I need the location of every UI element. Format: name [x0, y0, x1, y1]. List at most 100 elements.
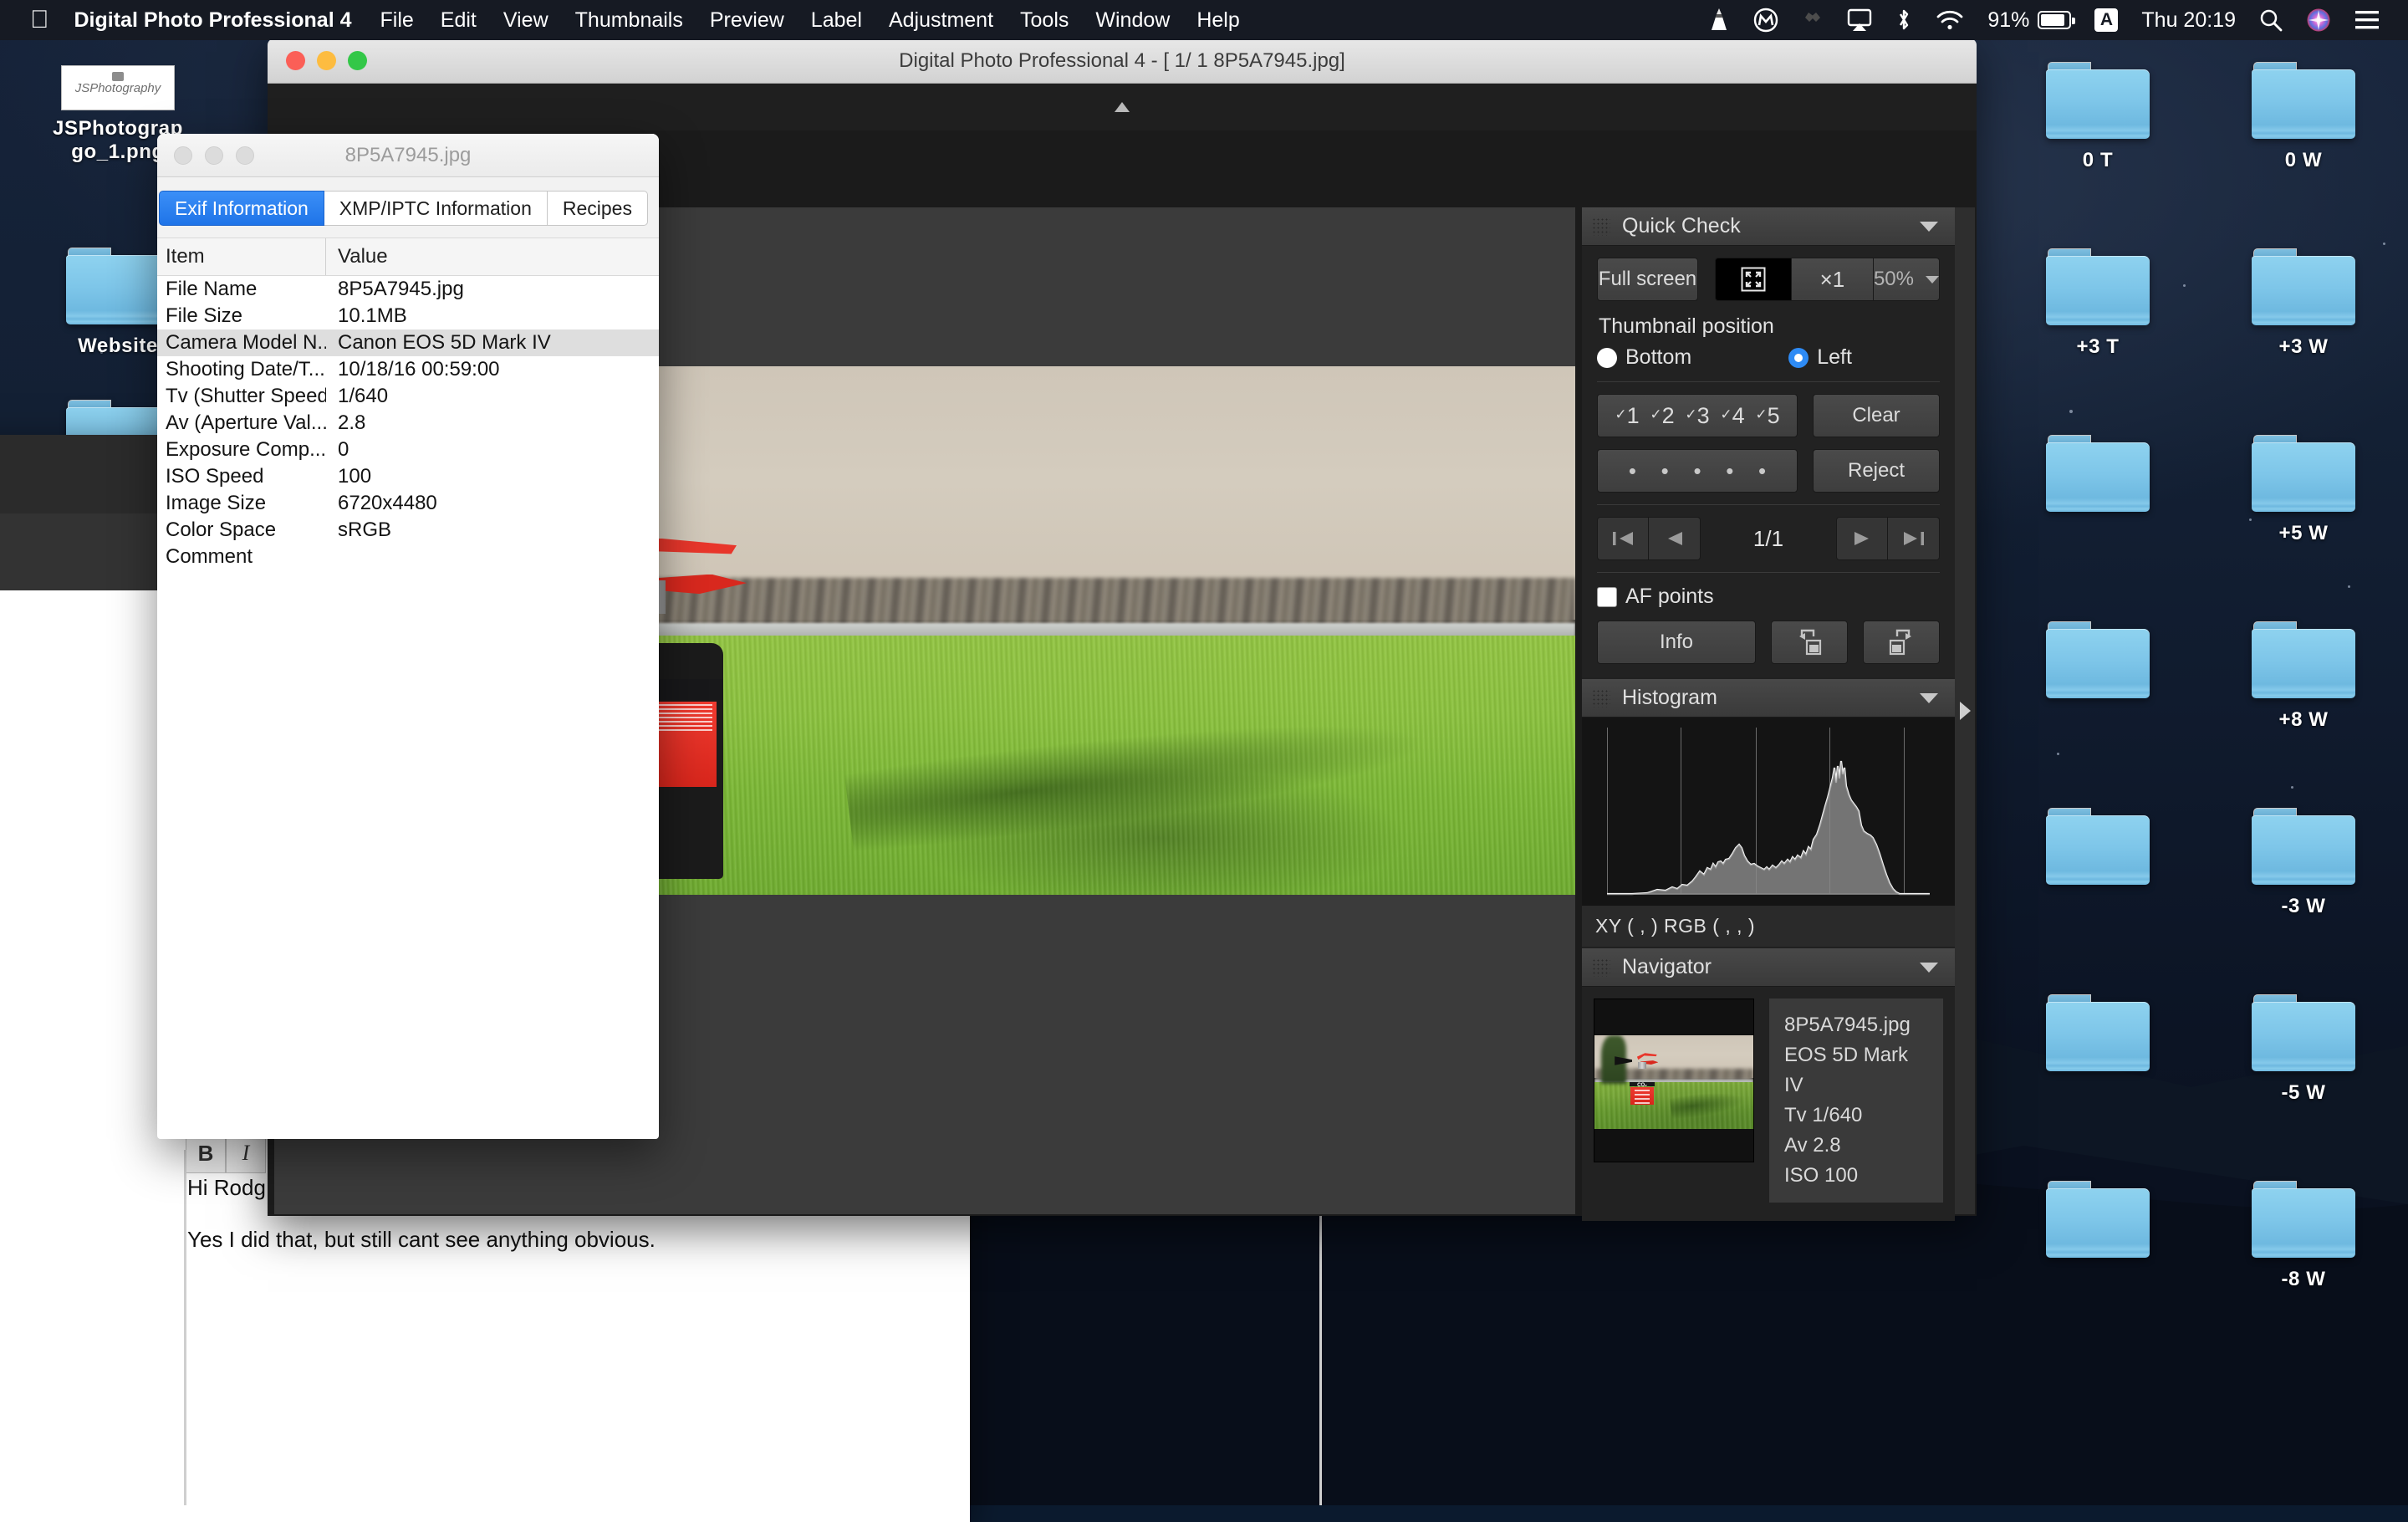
dropbox-icon[interactable] [1802, 8, 1824, 32]
menubar-status-items[interactable]: 91% A Thu 20:19 [1708, 8, 2380, 33]
table-row[interactable]: File Size 10.1MB [157, 303, 659, 329]
menu-help[interactable]: Help [1196, 8, 1239, 33]
previous-image-button[interactable] [1649, 517, 1701, 560]
battery-status[interactable]: 91% [1987, 8, 2071, 33]
menu-window[interactable]: Window [1095, 8, 1170, 33]
table-row[interactable]: Image Size 6720x4480 [157, 490, 659, 517]
image-navigation[interactable]: 1/1 [1597, 517, 1940, 560]
desktop-icon-plus8t[interactable] [2018, 621, 2177, 702]
quick-check-panel-header[interactable]: Quick Check [1582, 207, 1955, 246]
dot-3[interactable]: • [1693, 458, 1701, 484]
drag-grip-icon[interactable] [1592, 217, 1610, 236]
desktop-icon-plus8w[interactable]: +8 W [2224, 621, 2383, 732]
table-row[interactable]: Comment [157, 544, 659, 570]
desktop-icon-plus3t[interactable]: +3 T [2018, 248, 2177, 359]
desktop-icon-minus3t[interactable] [2018, 808, 2177, 888]
drag-grip-icon[interactable] [1592, 958, 1610, 977]
reject-button[interactable]: Reject [1813, 449, 1940, 493]
menu-file[interactable]: File [380, 8, 414, 33]
tab-exif-information[interactable]: Exif Information [159, 191, 324, 226]
full-screen-button[interactable]: Full screen [1597, 258, 1698, 301]
chevron-down-icon[interactable] [1920, 222, 1938, 232]
expand-right-panel-button[interactable] [1955, 207, 1975, 1214]
exif-tabs[interactable]: Exif Information XMP/IPTC Information Re… [159, 191, 657, 226]
desktop-icon-plus3w[interactable]: +3 W [2224, 248, 2383, 359]
navigator-thumbnail[interactable]: CO₂ [1594, 998, 1754, 1162]
dot-5[interactable]: • [1758, 458, 1766, 484]
dot-4[interactable]: • [1726, 458, 1733, 484]
malwarebytes-icon[interactable] [1753, 8, 1778, 33]
dot-1[interactable]: • [1629, 458, 1636, 484]
table-row[interactable]: Exposure Comp... 0 [157, 437, 659, 463]
macos-menubar[interactable]:  Digital Photo Professional 4 File Edit… [0, 0, 2408, 40]
table-row[interactable]: Color Space sRGB [157, 517, 659, 544]
siri-icon[interactable] [2306, 8, 2331, 33]
checkmark-dots-buttons[interactable]: • • • • • [1597, 449, 1798, 493]
tab-xmp-iptc-information[interactable]: XMP/IPTC Information [324, 191, 548, 226]
table-row[interactable]: File Name 8P5A7945.jpg [157, 276, 659, 303]
radio-bottom[interactable] [1597, 348, 1617, 368]
rating-5-button[interactable]: ✓5 [1755, 403, 1779, 429]
menu-edit[interactable]: Edit [441, 8, 477, 33]
desktop-icon-minus8w[interactable]: -8 W [2224, 1181, 2383, 1291]
dot-2[interactable]: • [1661, 458, 1669, 484]
desktop-icon-minus5w[interactable]: -5 W [2224, 994, 2383, 1105]
exif-window-titlebar[interactable]: 8P5A7945.jpg [157, 134, 659, 177]
next-image-button[interactable] [1836, 517, 1888, 560]
zoom-level-select[interactable]: 50% [1874, 258, 1940, 301]
rating-3-button[interactable]: ✓3 [1685, 403, 1709, 429]
tab-recipes[interactable]: Recipes [548, 191, 648, 226]
collapse-caret-icon[interactable] [1115, 102, 1130, 112]
table-row[interactable]: ISO Speed 100 [157, 463, 659, 490]
text-format-toolbar[interactable]: B I [186, 1133, 266, 1173]
dpp-titlebar[interactable]: Digital Photo Professional 4 - [ 1/ 1 8P… [268, 38, 1977, 84]
airplay-icon[interactable] [1847, 8, 1872, 32]
table-row[interactable]: Av (Aperture Val... 2.8 [157, 410, 659, 437]
menubar-clock[interactable]: Thu 20:19 [2141, 8, 2236, 33]
navigator-panel-header[interactable]: Navigator [1582, 948, 1955, 987]
info-button[interactable]: Info [1597, 621, 1756, 664]
notifications-list-icon[interactable] [2354, 9, 2380, 31]
chevron-down-icon[interactable] [1920, 693, 1938, 703]
last-image-button[interactable] [1888, 517, 1940, 560]
desktop-icon-plus5w[interactable]: +5 W [2224, 435, 2383, 545]
desktop-icon-0w[interactable]: 0 W [2224, 62, 2383, 172]
exif-information-window[interactable]: 8P5A7945.jpg Exif Information XMP/IPTC I… [157, 134, 659, 1139]
apple-icon[interactable]:  [30, 8, 49, 33]
desktop-icon-0t[interactable]: 0 T [2018, 62, 2177, 172]
thumbnail-position-radiogroup[interactable]: Bottom Left [1597, 345, 1940, 370]
actual-size-button[interactable]: ×1 [1792, 258, 1874, 301]
table-row[interactable]: Tv (Shutter Speed) 1/640 [157, 383, 659, 410]
desktop-icon-minus8t[interactable] [2018, 1181, 2177, 1261]
fit-to-window-button[interactable] [1715, 258, 1792, 301]
chevron-down-icon[interactable] [1920, 963, 1938, 973]
column-header-item[interactable]: Item [157, 238, 326, 275]
menu-view[interactable]: View [503, 8, 548, 33]
menu-preview[interactable]: Preview [710, 8, 784, 33]
af-points-checkbox[interactable] [1597, 587, 1617, 607]
search-icon[interactable] [2259, 8, 2283, 32]
desktop-icon-minus3w[interactable]: -3 W [2224, 808, 2383, 918]
menu-thumbnails[interactable]: Thumbnails [575, 8, 683, 33]
desktop-icon-plus5t[interactable] [2018, 435, 2177, 515]
menu-tools[interactable]: Tools [1020, 8, 1069, 33]
first-image-button[interactable] [1597, 517, 1649, 560]
table-row[interactable]: Camera Model N... Canon EOS 5D Mark IV [157, 329, 659, 356]
rating-4-button[interactable]: ✓4 [1720, 403, 1744, 429]
af-points-row[interactable]: AF points [1597, 585, 1940, 609]
column-header-value[interactable]: Value [326, 245, 388, 268]
clear-rating-button[interactable]: Clear [1813, 394, 1940, 437]
menubar-app-name[interactable]: Digital Photo Professional 4 [74, 8, 352, 33]
input-source-indicator[interactable]: A [2094, 8, 2118, 32]
drag-grip-icon[interactable] [1592, 689, 1610, 707]
vlc-cone-icon[interactable] [1708, 8, 1730, 33]
rating-buttons[interactable]: ✓1 ✓2 ✓3 ✓4 ✓5 [1597, 394, 1798, 437]
wifi-icon[interactable] [1936, 9, 1964, 31]
menu-label[interactable]: Label [811, 8, 862, 33]
table-row[interactable]: Shooting Date/T... 10/18/16 00:59:00 [157, 356, 659, 383]
bold-button[interactable]: B [186, 1133, 226, 1173]
menu-adjustment[interactable]: Adjustment [889, 8, 993, 33]
desktop-icon-minus5t[interactable] [2018, 994, 2177, 1075]
rating-1-button[interactable]: ✓1 [1615, 403, 1639, 429]
italic-button[interactable]: I [226, 1133, 266, 1173]
